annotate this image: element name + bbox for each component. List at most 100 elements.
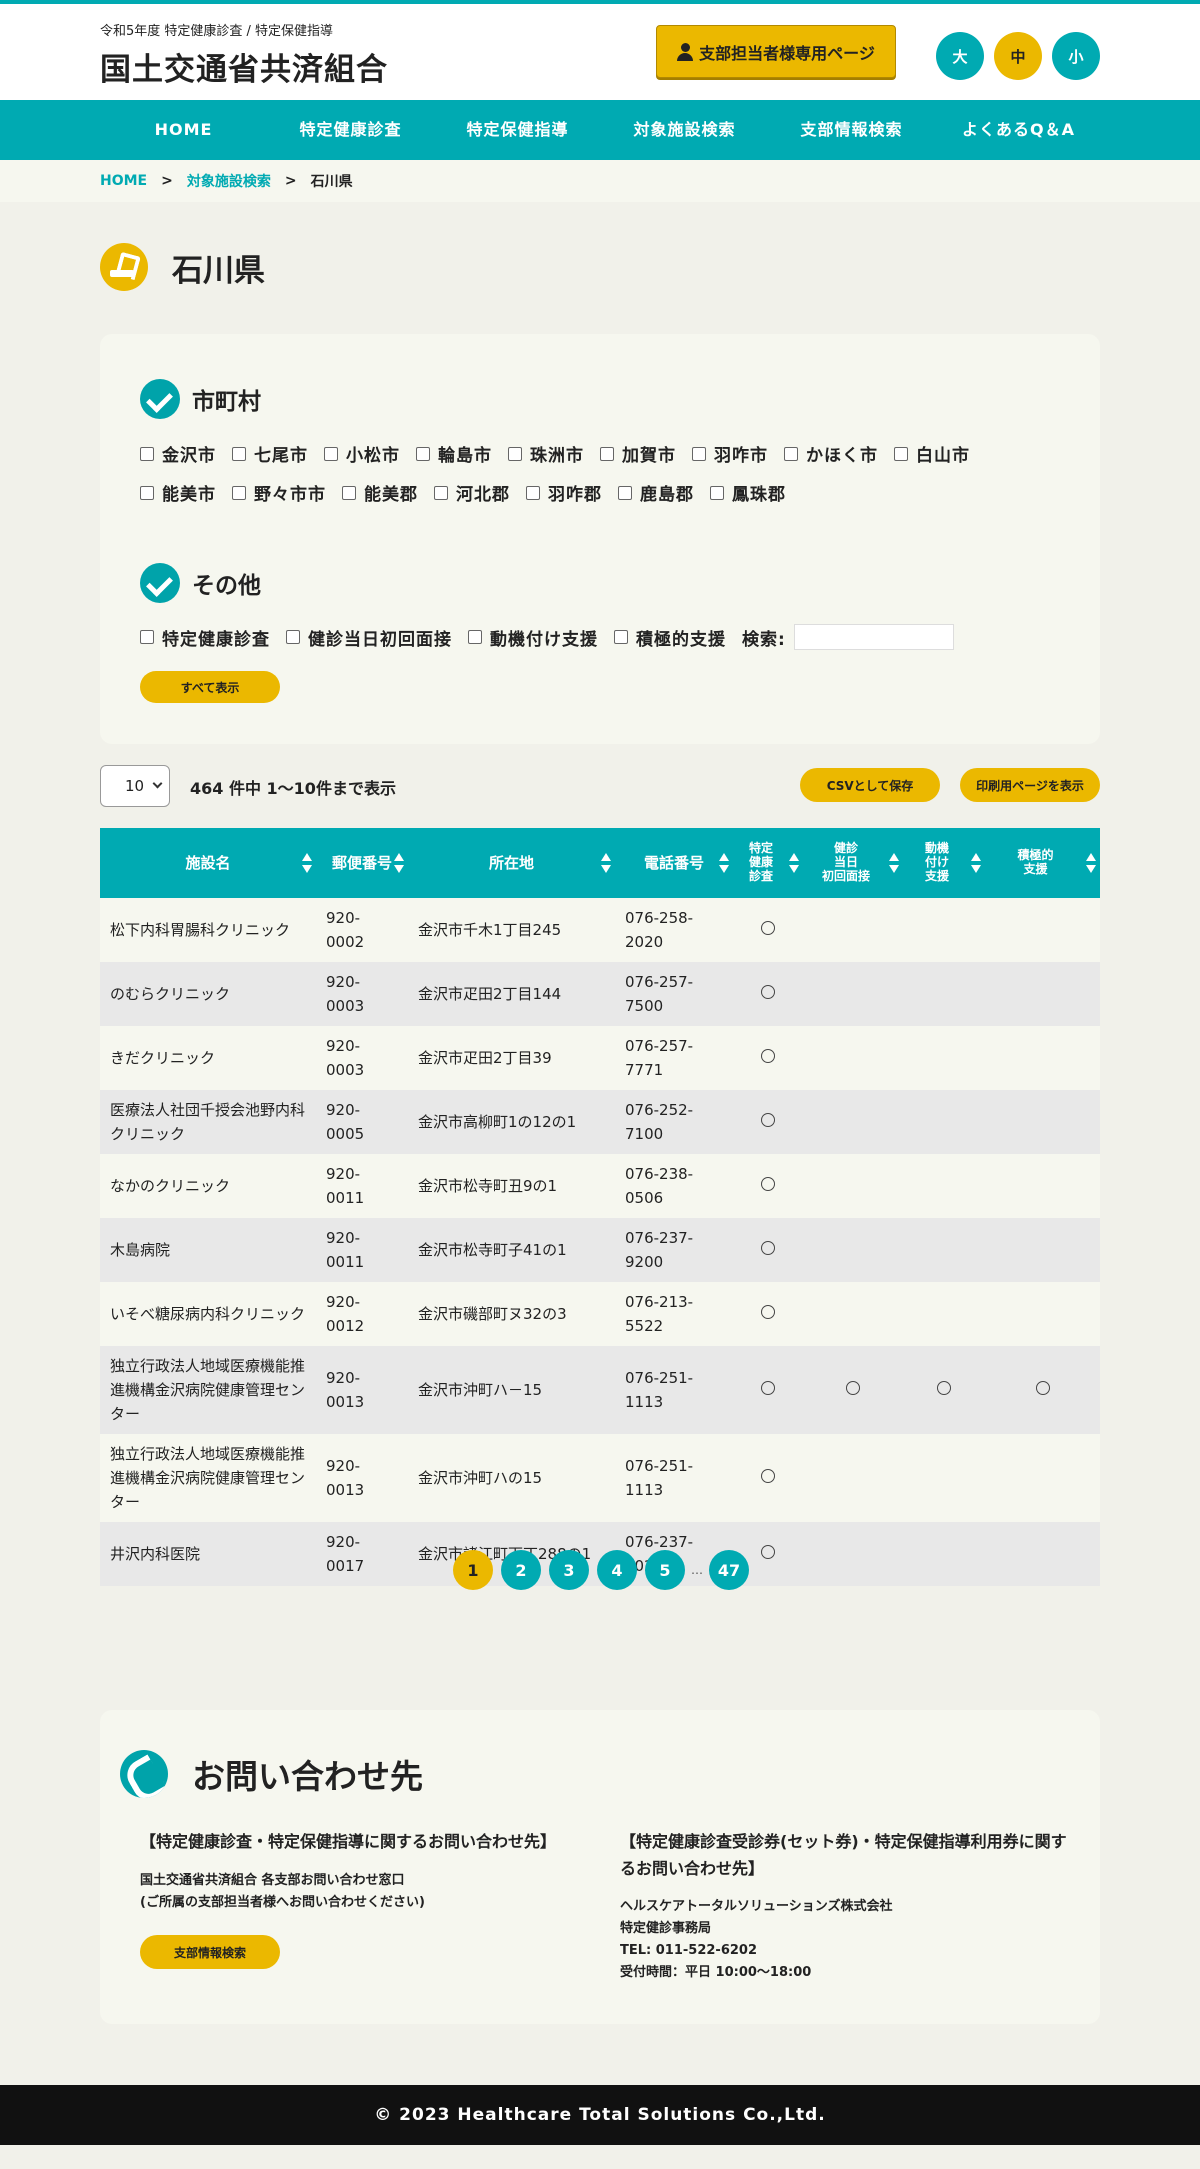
option-checkbox-active[interactable]: 積極的支援 xyxy=(614,625,726,650)
print-page-button[interactable]: 印刷用ページを表示 xyxy=(960,768,1100,802)
checkbox[interactable] xyxy=(416,446,430,461)
column-label: 郵便番号 xyxy=(331,853,392,872)
sort-icon[interactable] xyxy=(971,852,981,874)
site-header: 令和5年度 特定健康診査 / 特定保健指導 国土交通省共済組合 支部担当者様専用… xyxy=(0,4,1200,100)
csv-save-button[interactable]: CSVとして保存 xyxy=(800,768,940,802)
municipality-checkbox[interactable]: 加賀市 xyxy=(600,441,676,466)
column-header-same-day[interactable]: 健診 当日 初回面接 xyxy=(803,828,903,898)
column-header-name[interactable]: 施設名 xyxy=(100,828,316,898)
facility-name-cell: 木島病院 xyxy=(110,1241,171,1259)
option-checkbox-same-day[interactable]: 健診当日初回面接 xyxy=(286,625,452,650)
sort-icon[interactable] xyxy=(889,852,899,874)
municipality-checkbox[interactable]: 能美郡 xyxy=(342,480,418,505)
checkbox-label: 珠洲市 xyxy=(530,446,584,466)
municipality-checkbox[interactable]: 野々市市 xyxy=(232,480,326,505)
municipality-checkbox[interactable]: 小松市 xyxy=(324,441,400,466)
option-checkbox-checkup[interactable]: 特定健康診査 xyxy=(140,625,270,650)
nav-faq[interactable]: よくあるQ＆A xyxy=(935,100,1102,160)
municipality-checkbox[interactable]: 能美市 xyxy=(140,480,216,505)
page-button[interactable]: 3 xyxy=(549,1550,589,1590)
site-brand[interactable]: 国土交通省共済組合 xyxy=(100,44,388,89)
contact-title: お問い合わせ先 xyxy=(192,1757,423,1796)
phone-icon xyxy=(120,1750,168,1798)
checkbox[interactable] xyxy=(784,446,798,461)
column-header-address[interactable]: 所在地 xyxy=(408,828,615,898)
checkbox[interactable] xyxy=(324,446,338,461)
nav-health-checkup[interactable]: 特定健康診査 xyxy=(267,100,434,160)
page-title: 石川県 xyxy=(100,243,265,291)
user-icon xyxy=(677,42,694,61)
sort-icon[interactable] xyxy=(394,852,404,874)
show-all-button[interactable]: すべて表示 xyxy=(140,671,280,703)
checkbox[interactable] xyxy=(710,485,724,500)
checkbox[interactable] xyxy=(508,446,522,461)
search-input[interactable] xyxy=(793,624,954,650)
font-size-small-button[interactable]: 小 xyxy=(1052,32,1100,80)
sort-icon[interactable] xyxy=(1086,852,1096,874)
checkbox[interactable] xyxy=(232,446,246,461)
sort-icon[interactable] xyxy=(719,852,729,874)
font-size-large-button[interactable]: 大 xyxy=(936,32,984,80)
nav-health-guidance[interactable]: 特定保健指導 xyxy=(434,100,601,160)
nav-facility-search[interactable]: 対象施設検索 xyxy=(601,100,768,160)
column-header-zip[interactable]: 郵便番号 xyxy=(316,828,408,898)
checkbox-label: 鳳珠郡 xyxy=(732,485,786,505)
column-label: 健診 当日 初回面接 xyxy=(821,841,870,883)
municipality-checkbox[interactable]: 珠洲市 xyxy=(508,441,584,466)
phone-cell: 076-237-9200 xyxy=(625,1229,694,1271)
page-button[interactable]: 1 xyxy=(453,1550,493,1590)
municipality-checkbox[interactable]: 白山市 xyxy=(894,441,970,466)
column-header-active[interactable]: 積極的 支援 xyxy=(985,828,1100,898)
municipality-checkbox[interactable]: 輪島市 xyxy=(416,441,492,466)
checkbox[interactable] xyxy=(894,446,908,461)
sort-icon[interactable] xyxy=(601,852,611,874)
branch-search-button[interactable]: 支部情報検索 xyxy=(140,1935,280,1969)
municipality-checkbox[interactable]: 金沢市 xyxy=(140,441,216,466)
municipality-checkbox[interactable]: 羽咋郡 xyxy=(526,480,602,505)
municipality-checkbox[interactable]: かほく市 xyxy=(784,441,878,466)
checkbox[interactable] xyxy=(140,446,154,461)
column-header-phone[interactable]: 電話番号 xyxy=(615,828,733,898)
facility-icon xyxy=(100,243,148,291)
sort-icon[interactable] xyxy=(789,852,799,874)
page-button[interactable]: 2 xyxy=(501,1550,541,1590)
checkbox[interactable] xyxy=(614,630,628,644)
checkbox[interactable] xyxy=(600,446,614,461)
breadcrumb-facility-search[interactable]: 対象施設検索 xyxy=(187,171,271,191)
checkbox[interactable] xyxy=(342,485,356,500)
service-cell xyxy=(733,962,803,1026)
municipality-checkbox[interactable]: 鳳珠郡 xyxy=(710,480,786,505)
breadcrumb-home[interactable]: HOME xyxy=(100,173,147,189)
service-cell xyxy=(985,1026,1100,1090)
municipality-checkbox[interactable]: 鹿島郡 xyxy=(618,480,694,505)
checkbox[interactable] xyxy=(140,485,154,500)
nav-home[interactable]: HOME xyxy=(100,100,267,160)
checkbox[interactable] xyxy=(618,485,632,500)
checkbox[interactable] xyxy=(526,485,540,500)
municipality-checkbox[interactable]: 羽咋市 xyxy=(692,441,768,466)
page-button[interactable]: 47 xyxy=(709,1550,749,1590)
municipality-checkbox[interactable]: 七尾市 xyxy=(232,441,308,466)
checkbox-label: 動機付け支援 xyxy=(490,629,598,650)
branch-staff-button[interactable]: 支部担当者様専用ページ xyxy=(656,25,896,78)
option-checkbox-motivation[interactable]: 動機付け支援 xyxy=(468,625,598,650)
municipality-checkbox[interactable]: 河北郡 xyxy=(434,480,510,505)
page-button[interactable]: 5 xyxy=(645,1550,685,1590)
other-title: その他 xyxy=(192,573,261,599)
page-button[interactable]: 4 xyxy=(597,1550,637,1590)
column-header-motivation[interactable]: 動機 付け 支援 xyxy=(903,828,985,898)
page-size-select[interactable]: 10 xyxy=(100,765,170,807)
column-header-checkup[interactable]: 特定 健康 診査 xyxy=(733,828,803,898)
nav-branch-search[interactable]: 支部情報検索 xyxy=(768,100,935,160)
checkbox[interactable] xyxy=(286,630,300,644)
available-mark xyxy=(761,1113,775,1127)
checkbox[interactable] xyxy=(140,630,154,644)
service-cell xyxy=(985,1522,1100,1586)
checkbox[interactable] xyxy=(232,485,246,500)
checkbox[interactable] xyxy=(468,630,482,644)
font-size-medium-button[interactable]: 中 xyxy=(994,32,1042,80)
checkbox[interactable] xyxy=(434,485,448,500)
sort-icon[interactable] xyxy=(302,852,312,874)
checkbox[interactable] xyxy=(692,446,706,461)
service-cell xyxy=(803,1154,903,1218)
